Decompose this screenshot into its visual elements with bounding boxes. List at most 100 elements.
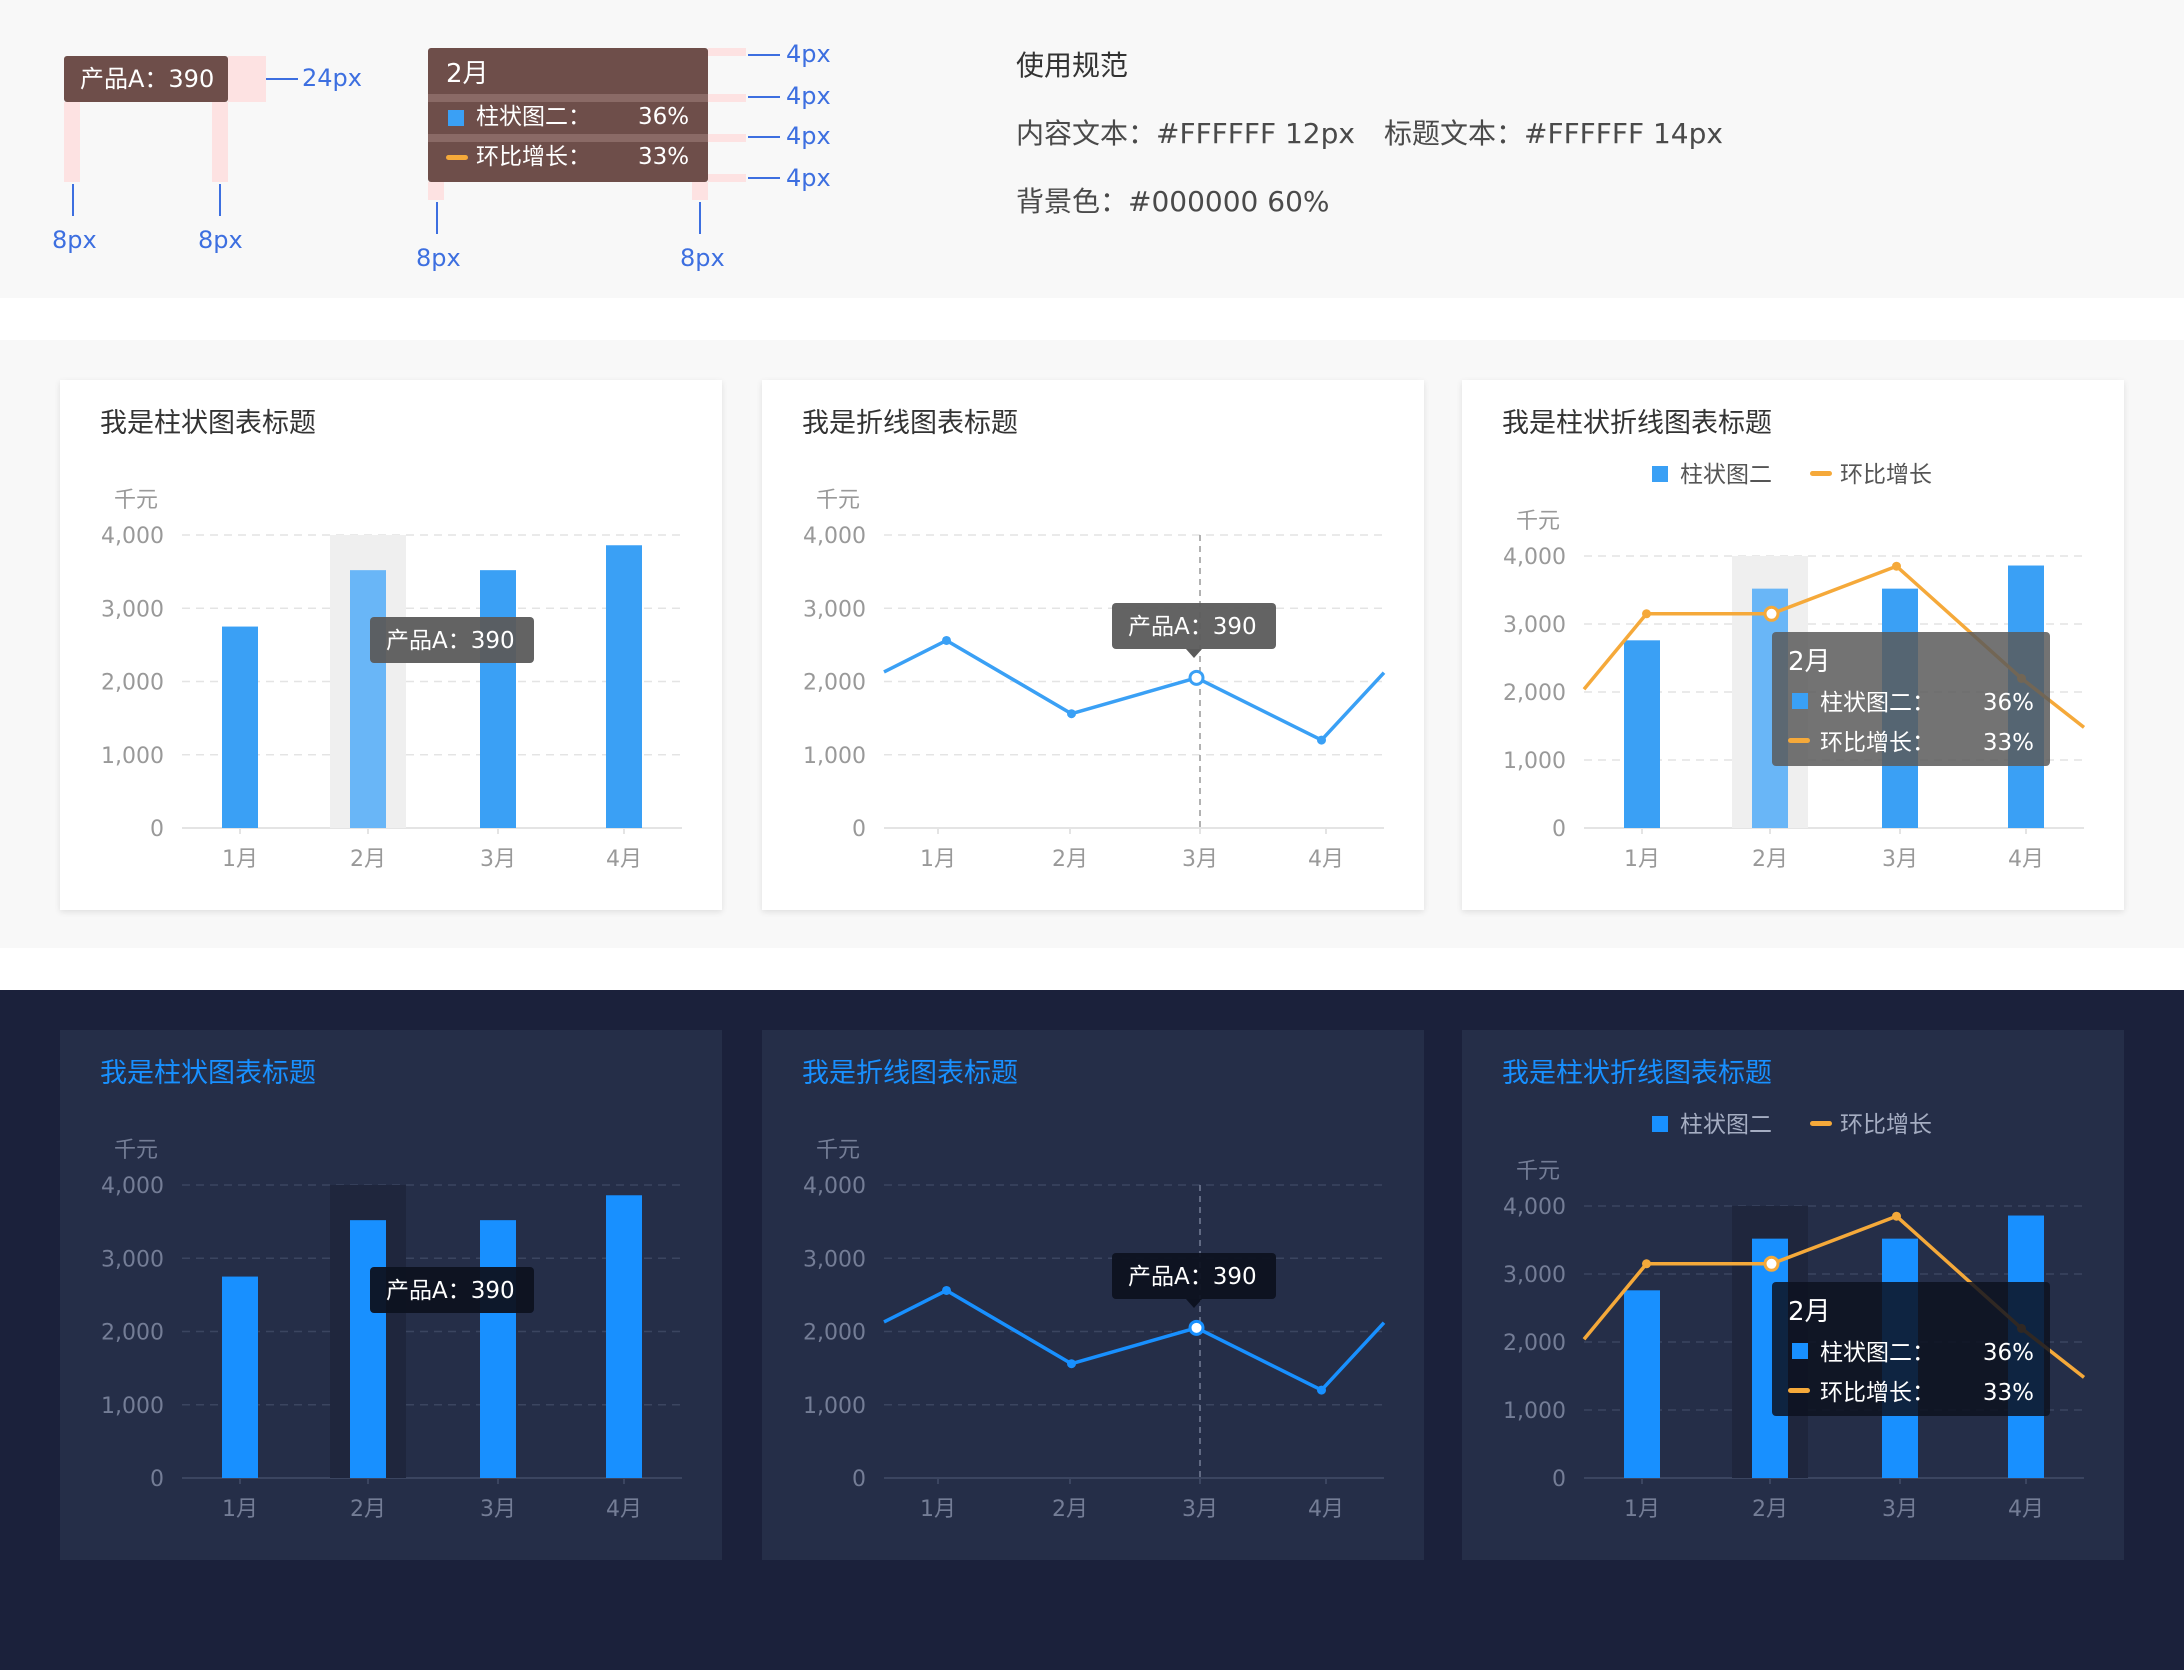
divider <box>0 948 2184 990</box>
padding-guide <box>64 102 80 182</box>
gap-guide <box>708 94 746 102</box>
legend-label: 柱状图二 <box>1680 462 1772 488</box>
data-point <box>1317 1385 1326 1395</box>
y-axis-unit: 千元 <box>1516 1159 1560 1184</box>
y-tick-label: 0 <box>1552 1467 1566 1492</box>
data-point-active <box>1188 1319 1205 1336</box>
x-tick-label: 1月 <box>1624 1497 1660 1522</box>
y-tick-label: 4,000 <box>1503 545 1566 570</box>
y-tick-label: 3,000 <box>1503 1263 1566 1288</box>
simple-tooltip-text: 产品A：390 <box>80 65 215 93</box>
guide-line <box>436 202 438 234</box>
legend-square-icon <box>1792 693 1808 709</box>
guide-line <box>748 177 780 179</box>
x-tick-label: 2月 <box>1752 847 1788 872</box>
gap-guide <box>708 134 746 142</box>
guide-line <box>748 54 780 56</box>
y-tick-label: 3,000 <box>101 597 164 622</box>
padding-label: 8px <box>198 226 243 254</box>
guide-line <box>748 136 780 138</box>
tooltip-row-label: 环比增长： <box>1820 1380 1935 1406</box>
legend-square-icon <box>1652 1116 1668 1132</box>
legend-square-icon <box>448 110 464 126</box>
chart-title: 我是柱状图表标题 <box>100 408 316 439</box>
y-tick-label: 0 <box>852 817 866 842</box>
chart-title: 我是柱状折线图表标题 <box>1502 1058 1772 1089</box>
y-tick-label: 3,000 <box>803 597 866 622</box>
chart-title: 我是折线图表标题 <box>802 1058 1018 1089</box>
x-tick-label: 4月 <box>606 1497 642 1522</box>
x-tick-label: 3月 <box>1182 1497 1218 1522</box>
gap-label: 4px <box>786 40 831 68</box>
tooltip-row-label: 柱状图二： <box>476 104 591 130</box>
data-point <box>942 1285 951 1295</box>
y-axis-unit: 千元 <box>114 488 158 513</box>
growth-point <box>1642 609 1651 619</box>
tooltip-row-value: 33% <box>638 144 690 170</box>
gap-label: 4px <box>786 82 831 110</box>
tooltip-text: 产品A：390 <box>386 1278 515 1304</box>
tooltip-row-value: 36% <box>1983 690 2034 716</box>
tooltip-row-band <box>428 94 708 102</box>
chart-canvas: 我是柱状折线图表标题千元 0 1,000 2,000 3,000 4,000 1月 2月 3月 4… <box>1502 1058 2086 1522</box>
y-tick-label: 2,000 <box>803 1321 866 1346</box>
x-tick-label: 2月 <box>350 847 386 872</box>
usage-title-text: 标题文本：#FFFFFF 14px <box>1384 117 1723 150</box>
chart-title: 我是折线图表标题 <box>802 408 1018 439</box>
gap-label: 4px <box>786 122 831 150</box>
data-point <box>1067 1359 1076 1369</box>
y-tick-label: 4,000 <box>803 524 866 549</box>
x-tick-label: 2月 <box>1052 847 1088 872</box>
y-tick-label: 1,000 <box>101 744 164 769</box>
guide-line <box>219 184 221 216</box>
growth-point <box>1642 1259 1651 1269</box>
y-axis-unit: 千元 <box>816 1138 860 1163</box>
y-tick-label: 0 <box>1552 817 1566 842</box>
legend-square-icon <box>1792 1343 1808 1359</box>
y-tick-label: 0 <box>150 817 164 842</box>
bar <box>480 1220 516 1478</box>
line-chart-card: 我是折线图表标题 千元 0 1,000 2,000 3,000 4,000 1月 2月 3月 4月 产… <box>762 380 1424 910</box>
usage-content-text: 内容文本：#FFFFFF 12px <box>1016 117 1355 150</box>
guide-line <box>72 184 74 216</box>
padding-guide <box>692 182 708 200</box>
y-axis-unit: 千元 <box>816 488 860 513</box>
y-tick-label: 4,000 <box>101 524 164 549</box>
x-tick-label: 3月 <box>1882 847 1918 872</box>
tooltip-row-label: 柱状图二： <box>1820 1340 1935 1366</box>
height-label: 24px <box>302 64 362 92</box>
y-tick-label: 2,000 <box>803 671 866 696</box>
y-tick-label: 1,000 <box>1503 1399 1566 1424</box>
tooltip-row-label: 环比增长： <box>1820 730 1935 756</box>
tooltip-row-value: 36% <box>638 104 690 130</box>
data-point <box>942 635 951 645</box>
x-tick-label: 2月 <box>1052 1497 1088 1522</box>
growth-point <box>1892 1211 1901 1221</box>
x-tick-label: 1月 <box>1624 847 1660 872</box>
y-tick-label: 1,000 <box>803 1394 866 1419</box>
padding-label: 8px <box>680 244 725 272</box>
chart-canvas: 我是折线图表标题千元 0 1,000 2,000 3,000 4,000 1月 2月 3月 4月 产… <box>802 1058 1386 1522</box>
chart-title: 我是柱状图表标题 <box>100 1058 316 1089</box>
x-tick-label: 1月 <box>920 847 956 872</box>
y-tick-label: 1,000 <box>101 1394 164 1419</box>
guide-line <box>699 202 701 234</box>
legend-label: 环比增长 <box>1840 462 1932 488</box>
line-chart-card: 我是折线图表标题 千元 0 1,000 2,000 3,000 4,000 1月 2月 3月 4月 产… <box>762 1030 1424 1560</box>
series-line <box>883 638 1386 742</box>
y-tick-label: 3,000 <box>803 1247 866 1272</box>
tooltip-text: 产品A：390 <box>1128 614 1257 640</box>
growth-point-active <box>1763 605 1780 622</box>
tooltip-row-value: 33% <box>1983 730 2034 756</box>
combo-chart-card: 我是柱状折线图表标题 千元 0 1,000 2,000 3,000 4,000 1月 2月 3月 4… <box>1462 380 2124 910</box>
guide-line <box>748 96 780 98</box>
y-tick-label: 4,000 <box>803 1174 866 1199</box>
y-axis-unit: 千元 <box>1516 509 1560 534</box>
legend-line-icon <box>1788 738 1810 743</box>
bar <box>350 1220 386 1478</box>
x-tick-label: 3月 <box>480 1497 516 1522</box>
x-tick-label: 3月 <box>1882 1497 1918 1522</box>
tooltip-title: 2月 <box>1788 1297 1831 1327</box>
y-tick-label: 0 <box>852 1467 866 1492</box>
data-point <box>1067 709 1076 719</box>
